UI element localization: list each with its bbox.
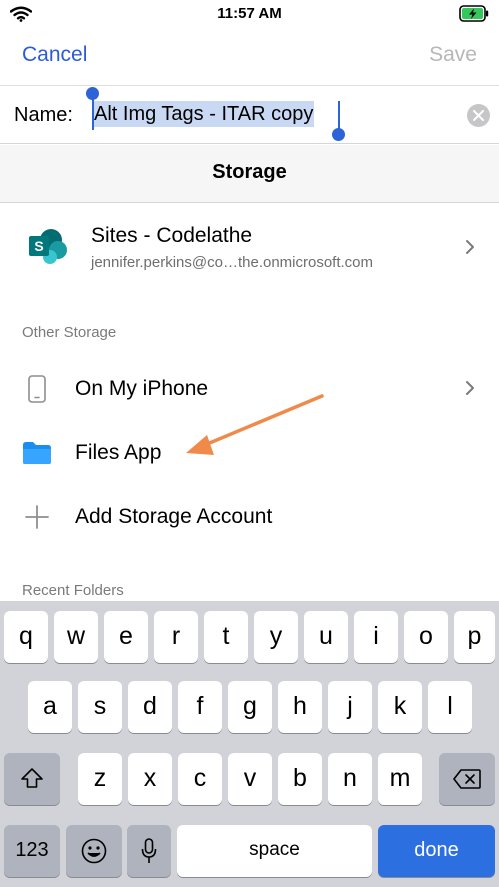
cancel-button[interactable]: Cancel: [22, 43, 87, 67]
key-e[interactable]: e: [104, 611, 148, 663]
clear-icon[interactable]: [467, 104, 490, 127]
shift-key[interactable]: [4, 753, 60, 805]
delete-icon: [453, 769, 481, 789]
sites-title: Sites - Codelathe: [91, 224, 253, 247]
key-y[interactable]: y: [254, 611, 298, 663]
key-z[interactable]: z: [78, 753, 122, 805]
recent-folders-label: Recent Folders: [22, 582, 124, 599]
keyboard: q w e r t y u i o p a s d f g h j k l z …: [0, 601, 499, 887]
key-d[interactable]: d: [128, 681, 172, 733]
key-f[interactable]: f: [178, 681, 222, 733]
key-g[interactable]: g: [228, 681, 272, 733]
plus-icon: [25, 505, 49, 534]
done-key[interactable]: done: [378, 825, 495, 877]
key-u[interactable]: u: [304, 611, 348, 663]
key-b[interactable]: b: [278, 753, 322, 805]
key-w[interactable]: w: [54, 611, 98, 663]
files-app-item[interactable]: Files App: [75, 441, 161, 465]
selection-end-dot[interactable]: [332, 128, 345, 141]
dictation-key[interactable]: [127, 825, 171, 877]
key-j[interactable]: j: [328, 681, 372, 733]
key-k[interactable]: k: [378, 681, 422, 733]
key-o[interactable]: o: [404, 611, 448, 663]
key-a[interactable]: a: [28, 681, 72, 733]
shift-icon: [21, 768, 43, 788]
on-my-iphone-item[interactable]: On My iPhone: [75, 377, 208, 401]
svg-text:S: S: [34, 238, 43, 254]
folder-icon: [22, 441, 52, 470]
status-time: 11:57 AM: [217, 5, 282, 22]
selection-start-handle[interactable]: [92, 95, 94, 130]
key-v[interactable]: v: [228, 753, 272, 805]
key-n[interactable]: n: [328, 753, 372, 805]
name-row: Name: Alt Img Tags - ITAR copy: [0, 86, 499, 144]
battery-charging-icon: [459, 5, 489, 27]
add-storage-account-item[interactable]: Add Storage Account: [75, 505, 272, 529]
delete-key[interactable]: [439, 753, 495, 805]
save-button[interactable]: Save: [429, 43, 477, 67]
space-key[interactable]: space: [177, 825, 372, 877]
key-t[interactable]: t: [204, 611, 248, 663]
numbers-key[interactable]: 123: [4, 825, 60, 877]
other-storage-label: Other Storage: [22, 324, 117, 341]
key-r[interactable]: r: [154, 611, 198, 663]
sites-row[interactable]: [0, 204, 499, 296]
storage-title: Storage: [212, 161, 287, 183]
nav-bar: Cancel Save: [0, 28, 499, 86]
key-p[interactable]: p: [454, 611, 495, 663]
sharepoint-icon: S: [28, 228, 68, 269]
storage-header: Storage: [0, 145, 499, 203]
emoji-key[interactable]: [66, 825, 122, 877]
phone-icon: [28, 375, 46, 408]
key-i[interactable]: i: [354, 611, 398, 663]
chevron-right-icon: [465, 239, 475, 260]
name-label: Name:: [14, 104, 73, 126]
key-s[interactable]: s: [78, 681, 122, 733]
emoji-icon: [81, 838, 107, 864]
sites-account: jennifer.perkins@co…the.onmicrosoft.com: [91, 254, 374, 271]
key-h[interactable]: h: [278, 681, 322, 733]
key-x[interactable]: x: [128, 753, 172, 805]
name-input[interactable]: Alt Img Tags - ITAR copy: [93, 101, 315, 127]
selection-start-dot[interactable]: [86, 87, 99, 100]
microphone-icon: [141, 838, 157, 863]
key-l[interactable]: l: [428, 681, 472, 733]
key-m[interactable]: m: [378, 753, 422, 805]
key-c[interactable]: c: [178, 753, 222, 805]
chevron-right-icon: [465, 380, 475, 401]
key-q[interactable]: q: [4, 611, 48, 663]
status-bar: 11:57 AM: [0, 0, 499, 28]
